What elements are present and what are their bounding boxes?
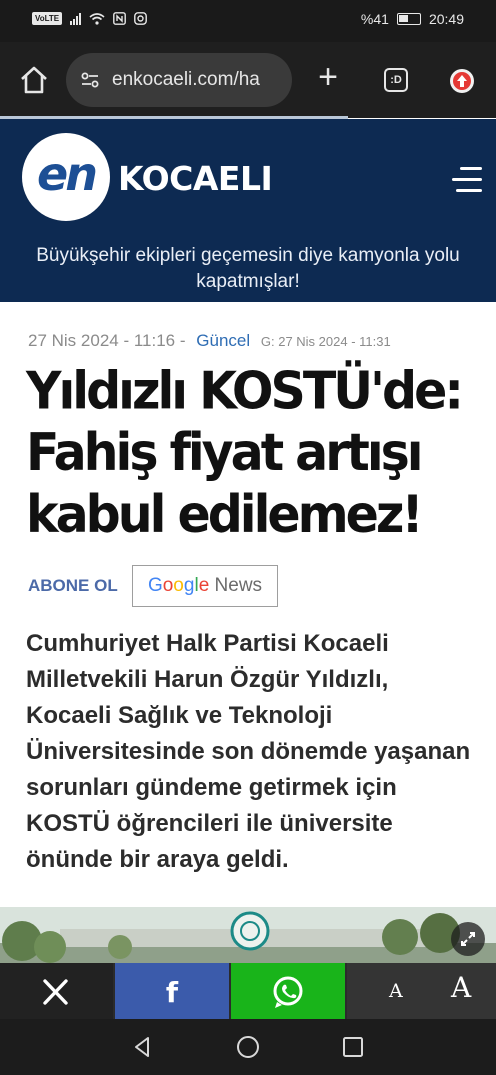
volte-badge: VoLTE — [32, 12, 63, 25]
google-news-label: News — [214, 575, 263, 596]
status-icons-right: %41 20:49 — [361, 11, 464, 27]
article-image[interactable] — [0, 907, 496, 963]
google-news-button[interactable]: Google News — [132, 565, 278, 607]
status-bar: VoLTE %41 20:49 — [0, 0, 496, 42]
category-link[interactable]: Güncel — [196, 331, 250, 350]
tabs-icon[interactable]: :D — [384, 68, 408, 92]
expand-icon[interactable] — [451, 922, 485, 956]
subscribe-label[interactable]: ABONE OL — [28, 576, 118, 596]
logo-name[interactable]: KOCAELI — [118, 159, 273, 198]
article-headline: Yıldızlı KOSTÜ'de: Fahiş fiyat artışı ka… — [26, 361, 464, 545]
browser-toolbar: enkocaeli.com/ha + :D — [0, 42, 496, 118]
meta-separator: - — [179, 331, 186, 350]
signal-icon — [70, 12, 82, 25]
home-circle-icon[interactable] — [236, 1035, 260, 1059]
status-icons-left: VoLTE — [32, 12, 148, 25]
logo-mark: en — [37, 147, 98, 201]
nfc-icon — [113, 12, 127, 25]
x-icon — [43, 979, 68, 1005]
back-icon[interactable] — [130, 1035, 154, 1059]
battery-percent: %41 — [360, 11, 389, 27]
url-text[interactable]: enkocaeli.com/ha — [112, 69, 260, 91]
share-whatsapp-button[interactable] — [231, 963, 345, 1019]
battery-icon — [396, 13, 421, 25]
plus-icon[interactable]: + — [312, 60, 344, 94]
site-header: en KOCAELI Büyükşehir ekipleri geçemesin… — [0, 119, 496, 302]
breaking-news-ticker[interactable]: Büyükşehir ekipleri geçemesin diye kamyo… — [10, 243, 486, 295]
article-summary: Cumhuriyet Halk Partisi Kocaeli Milletve… — [26, 630, 471, 873]
share-bar: f A A — [0, 963, 496, 1019]
whatsapp-icon — [273, 976, 303, 1008]
font-size-tools: A A — [347, 963, 496, 1019]
article-meta: 27 Nis 2024 - 11:16 - Güncel G: 27 Nis 2… — [28, 331, 391, 351]
hamburger-menu-icon[interactable] — [452, 167, 482, 193]
share-x-button[interactable] — [0, 963, 113, 1019]
update-icon[interactable] — [450, 69, 474, 93]
home-icon[interactable] — [16, 62, 52, 98]
site-settings-icon[interactable] — [80, 70, 100, 90]
share-facebook-button[interactable]: f — [115, 963, 229, 1019]
updated-date: G: 27 Nis 2024 - 11:31 — [260, 334, 391, 349]
article-photo — [0, 907, 496, 963]
site-logo[interactable]: en — [22, 133, 110, 221]
system-nav-bar — [0, 1019, 496, 1075]
wifi-icon — [89, 12, 105, 25]
recents-icon[interactable] — [342, 1036, 364, 1058]
instagram-icon — [134, 12, 148, 25]
decrease-font-button[interactable]: A — [389, 980, 403, 1002]
publish-date: 27 Nis 2024 - 11:16 — [28, 331, 176, 350]
address-bar[interactable]: enkocaeli.com/ha — [66, 53, 292, 107]
clock: 20:49 — [428, 11, 464, 27]
increase-font-button[interactable]: A — [451, 971, 471, 1004]
facebook-icon: f — [165, 976, 179, 1009]
